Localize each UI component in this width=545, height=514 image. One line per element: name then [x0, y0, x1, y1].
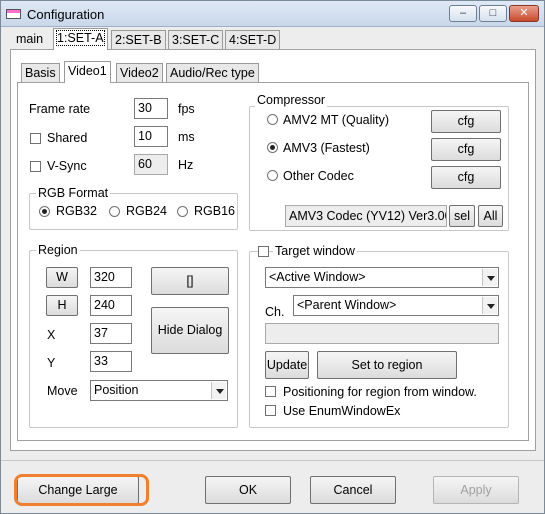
rgb32-radio[interactable]: [39, 206, 50, 217]
window-path-field: [265, 323, 499, 344]
shared-label: Shared: [47, 131, 88, 145]
amv2-radio[interactable]: [267, 114, 278, 125]
tab-set-c[interactable]: 3:SET-C: [168, 30, 224, 50]
amv2-label: AMV2 MT (Quality): [283, 113, 390, 127]
vsync-unit: Hz: [178, 158, 194, 172]
rgb24-label: RGB24: [126, 204, 167, 218]
shared-ms-input[interactable]: 10: [134, 126, 168, 147]
ch-label: Ch.: [265, 305, 285, 319]
target-window-select-value: <Active Window>: [269, 270, 366, 284]
y-label: Y: [47, 356, 56, 370]
minimize-button[interactable]: –: [449, 5, 477, 22]
tab-main[interactable]: main: [13, 30, 46, 50]
cancel-button[interactable]: Cancel: [310, 476, 396, 504]
ok-button[interactable]: OK: [205, 476, 291, 504]
target-window-checkbox[interactable]: [258, 246, 269, 257]
amv3-cfg-button[interactable]: cfg: [431, 138, 501, 161]
target-window-select[interactable]: <Active Window>: [265, 267, 499, 288]
compressor-title: Compressor: [255, 93, 328, 107]
child-window-select[interactable]: <Parent Window>: [293, 295, 499, 316]
enum-window-checkbox[interactable]: [265, 405, 276, 416]
tab-set-b[interactable]: 2:SET-B: [111, 30, 166, 50]
title-bar[interactable]: Configuration – □ ✕: [1, 1, 544, 27]
select-region-button[interactable]: []: [151, 267, 229, 295]
frame-rate-input[interactable]: 30: [134, 98, 168, 119]
frame-rate-unit: fps: [178, 102, 195, 116]
other-codec-radio[interactable]: [267, 170, 278, 181]
rgb16-label: RGB16: [194, 204, 235, 218]
positioning-checkbox[interactable]: [265, 386, 276, 397]
tab-set-d[interactable]: 4:SET-D: [225, 30, 281, 50]
window-title: Configuration: [27, 7, 105, 22]
chevron-down-icon[interactable]: [482, 269, 497, 286]
tab-set-a[interactable]: 1:SET-A: [53, 28, 108, 50]
rgb-format-title: RGB Format: [36, 186, 111, 200]
maximize-button[interactable]: □: [479, 5, 507, 22]
amv3-radio[interactable]: [267, 142, 278, 153]
codec-all-button[interactable]: All: [478, 205, 503, 227]
move-label: Move: [47, 384, 78, 398]
y-input[interactable]: 33: [90, 351, 132, 372]
width-input[interactable]: 320: [90, 267, 132, 288]
frame-rate-label: Frame rate: [29, 102, 91, 116]
child-window-select-value: <Parent Window>: [297, 298, 397, 312]
target-window-title: Target window: [273, 244, 357, 258]
amv3-label: AMV3 (Fastest): [283, 141, 370, 155]
height-button[interactable]: H: [46, 295, 78, 316]
x-label: X: [47, 328, 56, 342]
configuration-window: Configuration – □ ✕ main 1:SET-A 2:SET-B…: [0, 0, 545, 514]
other-codec-cfg-button[interactable]: cfg: [431, 166, 501, 189]
other-codec-label: Other Codec: [283, 169, 354, 183]
height-input[interactable]: 240: [90, 295, 132, 316]
vsync-hz-field: 60: [134, 154, 168, 175]
footer-divider: [1, 460, 544, 461]
codec-sel-button[interactable]: sel: [449, 205, 475, 227]
hide-dialog-button[interactable]: Hide Dialog: [151, 307, 229, 354]
move-select[interactable]: Position: [90, 380, 228, 401]
tab-audio-rec-type[interactable]: Audio/Rec type: [166, 63, 259, 83]
tab-video2[interactable]: Video2: [116, 63, 163, 83]
move-select-value: Position: [94, 383, 139, 397]
x-input[interactable]: 37: [90, 323, 132, 344]
shared-checkbox[interactable]: [30, 133, 41, 144]
app-icon: [6, 9, 21, 19]
amv2-cfg-button[interactable]: cfg: [431, 110, 501, 133]
positioning-label: Positioning for region from window.: [283, 385, 477, 399]
apply-button[interactable]: Apply: [433, 476, 519, 504]
tab-video1[interactable]: Video1: [64, 61, 111, 83]
codec-name-field: AMV3 Codec (YV12) Ver3.00l: [285, 205, 447, 227]
enum-window-label: Use EnumWindowEx: [283, 404, 401, 418]
width-button[interactable]: W: [46, 267, 78, 288]
rgb32-label: RGB32: [56, 204, 97, 218]
tab-basis[interactable]: Basis: [21, 63, 60, 83]
highlight-annotation: [14, 474, 149, 506]
chevron-down-icon[interactable]: [211, 382, 226, 399]
rgb24-radio[interactable]: [109, 206, 120, 217]
close-button[interactable]: ✕: [509, 5, 539, 22]
vsync-label: V-Sync: [47, 159, 87, 173]
rgb16-radio[interactable]: [177, 206, 188, 217]
shared-unit: ms: [178, 130, 195, 144]
region-title: Region: [36, 243, 80, 257]
set-to-region-button[interactable]: Set to region: [317, 351, 457, 379]
update-button[interactable]: Update: [265, 351, 309, 379]
vsync-checkbox[interactable]: [30, 161, 41, 172]
chevron-down-icon[interactable]: [482, 297, 497, 314]
